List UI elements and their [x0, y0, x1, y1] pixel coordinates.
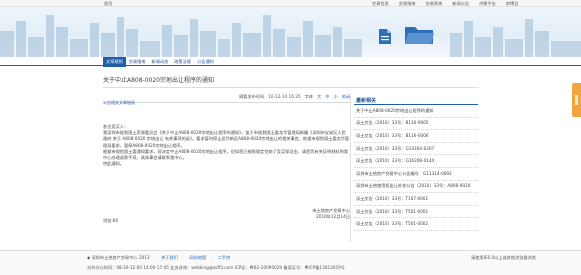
sidebar-item[interactable]: 深圳市土地使用权出让补充公告（2010）33号：A808-0020 [354, 181, 478, 194]
sidebar-item[interactable]: 深土交告（2010）33号：B116-0005 [354, 118, 478, 131]
article-paragraph: 根据市规划国土委通知要求，现决定中止A808-0020宗地出让程序，但如您已按照… [103, 148, 348, 161]
sidebar-item[interactable]: 深土交告（2010）33号：B116-0006 [354, 130, 478, 143]
font-medium-button[interactable]: 中 [325, 94, 329, 100]
font-size-label: 字体 [304, 94, 313, 99]
top-bar: 首页 交易信息 交易指南 交易系统 新闻公告 供需平台 房博会 [0, 0, 581, 7]
footer-contact: 对外办公时间：08:30-12:00 14:00-17:45 业务咨询：webk… [87, 265, 345, 270]
close-button[interactable]: 关闭 [342, 94, 350, 100]
footer-link-about[interactable]: 关于我们 [161, 255, 178, 261]
footer: ◆ 深圳市土地房产交易中心 2013 - 关于我们 - 网站地图 - 二手房 请… [0, 250, 581, 275]
publish-date-value: 10-12-14 16:35 [268, 94, 301, 99]
content-divider [350, 96, 351, 242]
related-articles-link[interactable]: 公告相关文章链接 [103, 100, 135, 106]
sidebar: 最新相关 关于中止A808-0020宗地出让程序的通知 深土交告（2010）33… [354, 97, 478, 231]
signature-date: 2010年12月14日 [316, 214, 350, 219]
folder-icon[interactable] [404, 23, 434, 45]
page-title: 关于中止A808-0020宗地出让程序的通知 [103, 77, 214, 84]
header-banner [0, 7, 581, 57]
main-nav-item-trade-guide[interactable]: 交易指南 [126, 57, 149, 67]
floating-side-tab[interactable] [572, 83, 581, 117]
sidebar-item[interactable]: 深土交告（2010）33号：G16308-0144 [354, 155, 478, 168]
footer-separator: - [182, 255, 185, 260]
footer-copyright: ◆ 深圳市土地房产交易中心 2013 [87, 255, 150, 260]
main-nav-item-notices[interactable]: 公告通知 [194, 57, 217, 67]
sidebar-item[interactable]: 深土交告（2010）33号：T501-0001 [354, 206, 478, 219]
sidebar-item[interactable]: 关于中止A808-0020宗地出让程序的通知 [354, 105, 478, 118]
footer-link-second-hand[interactable]: 二手房 [218, 255, 231, 261]
article-body: 各位竞买人： 我深圳市规划国土资源委员会《关于中止A808-0020宗地出让程序… [103, 124, 350, 167]
sidebar-item[interactable]: 深土交告（2010）33号：T107-0001 [354, 193, 478, 206]
footer-separator: - [211, 255, 213, 260]
article-paragraph: 特此通知。 [103, 161, 124, 167]
article-content: 公告相关文章链接 摘要发布时间 10-12-14 16:35 字体 大 中 小 … [103, 94, 350, 234]
article-meta: 公告相关文章链接 摘要发布时间 10-12-14 16:35 字体 大 中 小 … [103, 94, 350, 106]
footer-separator: - [154, 255, 157, 260]
main-nav-item-article-rules[interactable]: 文章规则 [103, 57, 126, 67]
article-signature: 市土地房产交易中心 2010年12月14日 [312, 208, 350, 220]
main-nav-item-news[interactable]: 新闻动态 [149, 57, 172, 67]
publish-date-label: 摘要发布时间 [239, 94, 265, 99]
document-icon[interactable] [378, 28, 392, 45]
sidebar-item[interactable]: 深土交告（2010）33号：G14304-0207 [354, 143, 478, 156]
sidebar-item[interactable]: 深土交告（2010）33号：T501-0002 [354, 218, 478, 231]
browser-tip: 请使用IE6.0以上或其他浏览器浏览 [471, 255, 536, 260]
title-divider [103, 87, 479, 88]
font-large-button[interactable]: 大 [317, 94, 321, 100]
city-skyline-image [0, 15, 581, 57]
article-paragraph: 我深圳市规划国土资源委员会《关于中止A808-0020宗地出让程序的通知》，鉴于… [103, 130, 350, 148]
sidebar-title: 最新相关 [354, 97, 478, 105]
font-small-button[interactable]: 小 [333, 94, 337, 100]
main-nav: 文章规则 交易指南 新闻动态 政策法规 公告通知 [0, 57, 581, 67]
banner-icons [378, 23, 434, 45]
main-nav-item-policy[interactable]: 政策法规 [171, 57, 194, 67]
sidebar-item[interactable]: 深圳市土地房产交易中心公告编号：G11314-0092 [354, 168, 478, 181]
view-count: 浏览:60 [103, 218, 119, 223]
sidebar-list: 关于中止A808-0020宗地出让程序的通知 深土交告（2010）33号：B11… [354, 105, 478, 231]
side-tab-handle-icon [575, 95, 578, 105]
footer-link-sitemap[interactable]: 网站地图 [189, 255, 206, 261]
